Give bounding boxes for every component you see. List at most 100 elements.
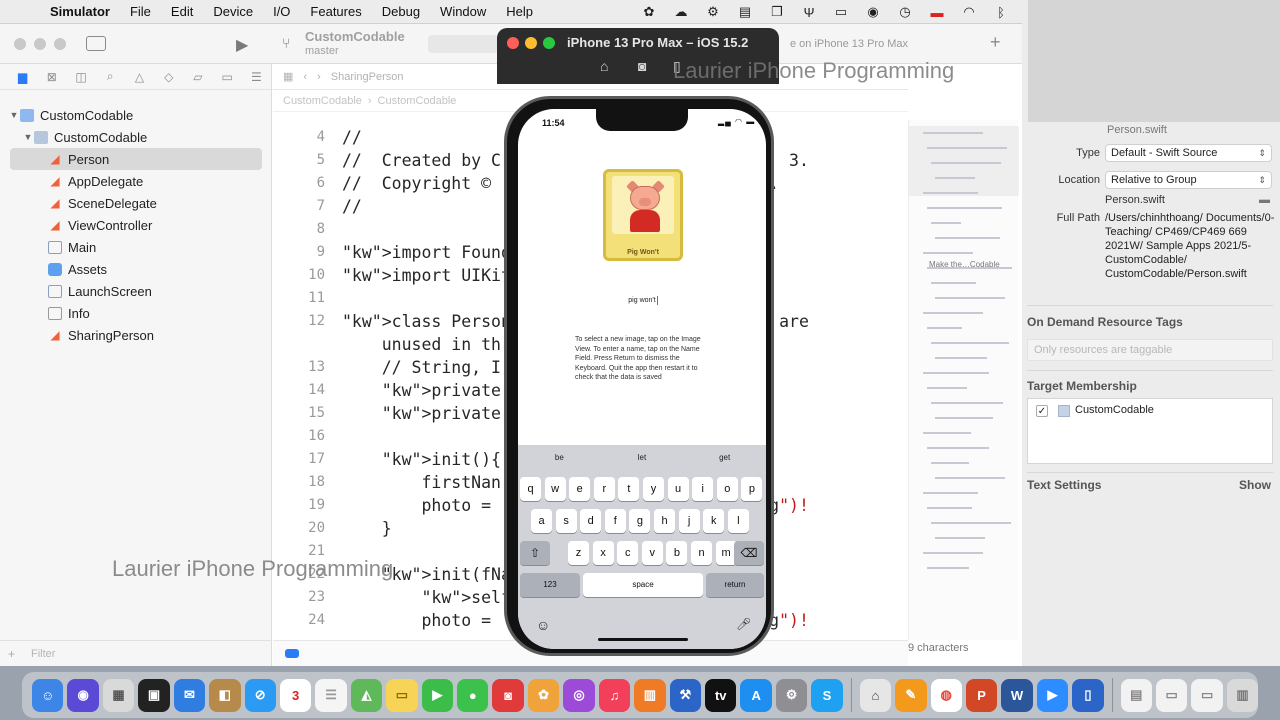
screenshot-icon[interactable]: ◙ [638, 58, 646, 74]
sim-close-button[interactable] [507, 37, 519, 49]
sim-zoom-button[interactable] [543, 37, 555, 49]
key-e[interactable]: e [569, 477, 591, 501]
scheme-project-name[interactable]: CustomCodable [305, 29, 405, 44]
suggestion-1[interactable]: be [518, 445, 601, 471]
filter-input[interactable]: Filter [23, 646, 183, 662]
key-z[interactable]: z [568, 541, 589, 565]
tree-file-person[interactable]: ◢ Person [10, 148, 262, 170]
photo-booth-icon[interactable]: ◙ [492, 678, 524, 712]
key-k[interactable]: k [703, 509, 725, 533]
battery-icon[interactable]: ▭ [832, 4, 850, 20]
launchpad-icon[interactable]: ▦ [102, 678, 135, 712]
forward-icon[interactable]: › [317, 71, 321, 83]
target-checkbox[interactable]: ✓ [1036, 405, 1048, 417]
key-d[interactable]: d [580, 509, 602, 533]
home-indicator[interactable] [598, 638, 688, 641]
tree-file-viewcontroller[interactable]: ◢ ViewController [0, 214, 272, 236]
flag-icon[interactable]: ▬ [928, 5, 946, 20]
facetime-icon[interactable]: ▶ [421, 678, 454, 712]
name-text-field[interactable]: pig won't [608, 294, 678, 308]
run-icon[interactable]: ▶ [236, 35, 248, 55]
cloud-icon[interactable]: ☁ [672, 4, 690, 20]
breadcrumb-project[interactable]: CustomCodable [283, 95, 362, 107]
menu-features[interactable]: Features [300, 4, 371, 19]
return-key[interactable]: return [706, 573, 764, 597]
reminders-icon[interactable]: ☰ [315, 678, 347, 712]
bluetooth-icon[interactable]: ᛒ [992, 5, 1010, 20]
menu-window[interactable]: Window [430, 4, 496, 19]
debug-area-toggle[interactable] [285, 649, 299, 658]
key-j[interactable]: j [678, 509, 700, 533]
fork-icon[interactable]: Ψ [800, 5, 818, 20]
skype-icon[interactable]: S [811, 678, 843, 712]
podcasts-icon[interactable]: ◎ [563, 678, 595, 712]
name-field[interactable]: Person.swift [1107, 124, 1167, 136]
creative-cloud-icon[interactable]: ✿ [640, 4, 658, 20]
menu-app-name[interactable]: Simulator [40, 4, 120, 19]
calendar-icon[interactable]: 3 [279, 678, 312, 712]
shift-key[interactable]: ⇧ [520, 541, 550, 565]
chrome-icon[interactable]: ◍ [930, 678, 962, 712]
emoji-icon[interactable]: ☺ [536, 617, 550, 633]
key-l[interactable]: l [727, 509, 749, 533]
word-icon[interactable]: W [1001, 678, 1033, 712]
menu-io[interactable]: I/O [263, 4, 300, 19]
contacts-icon[interactable]: ◧ [209, 678, 241, 712]
test-icon[interactable]: ◇ [154, 70, 183, 84]
grid-icon[interactable]: ▦ [283, 70, 293, 83]
menu-device[interactable]: Device [203, 4, 263, 19]
messages-icon[interactable]: ● [457, 678, 489, 712]
source-control-icon[interactable]: ⊠ [37, 70, 66, 84]
suggestion-3[interactable]: get [683, 445, 766, 471]
key-w[interactable]: w [544, 477, 566, 501]
key-p[interactable]: p [741, 477, 763, 501]
disclosure-icon[interactable]: ▼ [22, 132, 34, 142]
zoom-button[interactable] [54, 38, 66, 50]
siri-icon[interactable]: ◉ [67, 678, 99, 712]
preview-icon[interactable]: ⌂ [859, 678, 892, 712]
symbol-icon[interactable]: ◫ [66, 70, 95, 84]
minimap[interactable]: Make the…Codable [908, 120, 1019, 640]
issue-icon[interactable]: △ [125, 70, 154, 84]
minimap-visible-region[interactable] [909, 126, 1019, 196]
photo-image-view[interactable]: Pig Won't [603, 169, 683, 261]
menu-debug[interactable]: Debug [372, 4, 430, 19]
books-icon[interactable]: ▥ [634, 678, 666, 712]
key-v[interactable]: v [641, 541, 663, 565]
maps-icon[interactable]: ◭ [350, 678, 383, 712]
breadcrumb-group[interactable]: CustomCodable [378, 95, 457, 107]
powerpoint-icon[interactable]: P [965, 678, 998, 712]
menu-edit[interactable]: Edit [161, 4, 203, 19]
show-button[interactable]: Show [1239, 478, 1271, 492]
key-o[interactable]: o [716, 477, 738, 501]
menu-file[interactable]: File [120, 4, 161, 19]
sim-minimize-button[interactable] [525, 37, 537, 49]
breakpoint-icon[interactable]: ▭ [213, 70, 242, 84]
system-preferences-icon[interactable]: ⚙ [775, 678, 808, 712]
notes-icon[interactable]: ▭ [386, 678, 418, 712]
window-file-icon[interactable]: ▭ [1191, 678, 1223, 712]
key-t[interactable]: t [618, 477, 640, 501]
photos-icon[interactable]: ✿ [527, 678, 560, 712]
key-x[interactable]: x [592, 541, 614, 565]
mission-control-icon[interactable]: ▣ [138, 678, 170, 712]
tree-file-main[interactable]: Main [0, 236, 272, 258]
screenshot-file-icon[interactable]: ▭ [1155, 678, 1188, 712]
tree-group[interactable]: ▼ CustomCodable [0, 126, 272, 148]
finder-icon[interactable]: ☺ [32, 678, 64, 712]
key-r[interactable]: r [593, 477, 615, 501]
key-f[interactable]: f [604, 509, 626, 533]
close-button[interactable] [14, 38, 26, 50]
tree-file-assets[interactable]: Assets [0, 258, 272, 280]
key-a[interactable]: a [531, 509, 552, 533]
tree-file-launchscreen[interactable]: LaunchScreen [0, 280, 272, 302]
delete-key[interactable]: ⌫ [734, 541, 764, 565]
microphone-icon[interactable]: 🎤︎ [736, 617, 751, 631]
menu-help[interactable]: Help [496, 4, 543, 19]
back-icon[interactable]: ‹ [303, 71, 307, 83]
add-icon[interactable]: + [990, 32, 1001, 53]
key-c[interactable]: c [617, 541, 639, 565]
sidebar-toggle-icon[interactable] [86, 36, 106, 51]
time-machine-icon[interactable]: ◷ [896, 4, 914, 20]
key-b[interactable]: b [666, 541, 688, 565]
